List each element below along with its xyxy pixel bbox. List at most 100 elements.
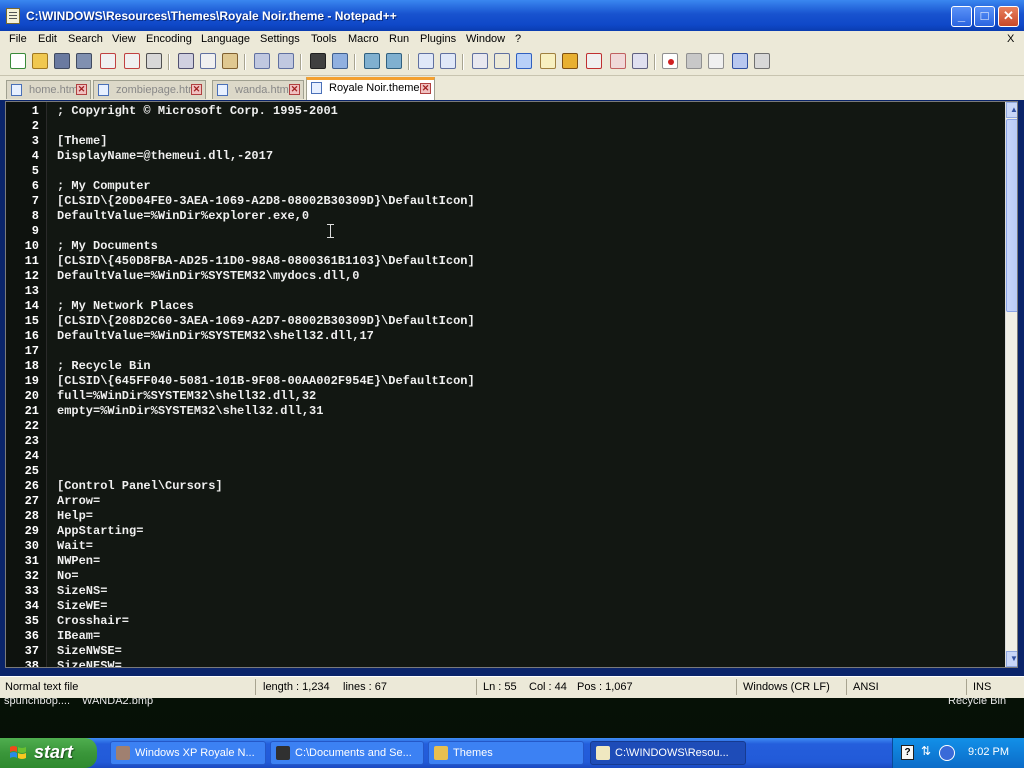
menu-view[interactable]: View (112, 33, 136, 45)
line-text[interactable]: [Theme] (57, 134, 107, 149)
line-text[interactable]: NWPen= (57, 554, 100, 569)
editor-line[interactable]: 35 Crosshair= (6, 614, 1006, 629)
vertical-scrollbar[interactable]: ▲ ▼ (1005, 102, 1017, 667)
tab-close-icon[interactable]: ✕ (289, 84, 300, 95)
help-icon[interactable]: ? (901, 745, 914, 760)
menu-search[interactable]: Search (68, 33, 103, 45)
menu-window[interactable]: Window (466, 33, 505, 45)
line-text[interactable]: Help= (57, 509, 93, 524)
indent-guide-icon[interactable] (516, 53, 532, 69)
editor-line[interactable]: 10 ; My Documents (6, 239, 1006, 254)
editor-line[interactable]: 20 full=%WinDir%SYSTEM32\shell32.dll,32 (6, 389, 1006, 404)
editor-line[interactable]: 23 (6, 434, 1006, 449)
macro-run-multiple-icon[interactable] (732, 53, 748, 69)
copy-icon[interactable] (200, 53, 216, 69)
menu-encoding[interactable]: Encoding (146, 33, 192, 45)
line-text[interactable]: Crosshair= (57, 614, 129, 629)
line-text[interactable]: DefaultValue=%WinDir%explorer.exe,0 (57, 209, 309, 224)
maximize-button[interactable]: □ (974, 6, 995, 27)
tab-close-icon[interactable]: ✕ (420, 83, 431, 94)
editor-line[interactable]: 13 (6, 284, 1006, 299)
macro-save-icon[interactable] (754, 53, 770, 69)
editor-line[interactable]: 11 [CLSID\{450D8FBA-AD25-11D0-98A8-080036… (6, 254, 1006, 269)
editor-line[interactable]: 34 SizeWE= (6, 599, 1006, 614)
editor-line[interactable]: 18 ; Recycle Bin (6, 359, 1006, 374)
close-file-icon[interactable] (100, 53, 116, 69)
taskbar-item-windows-xp-royale[interactable]: Windows XP Royale N... (110, 741, 266, 765)
editor-line[interactable]: 5 (6, 164, 1006, 179)
tab-royale-noir-theme[interactable]: Royale Noir.theme ✕ (306, 77, 435, 100)
line-text[interactable]: [CLSID\{450D8FBA-AD25-11D0-98A8-0800361B… (57, 254, 475, 269)
editor-line[interactable]: 15 [CLSID\{208D2C60-3AEA-1069-A2D7-08002B… (6, 314, 1006, 329)
editor-line[interactable]: 14 ; My Network Places (6, 299, 1006, 314)
tab-close-icon[interactable]: ✕ (191, 84, 202, 95)
line-text[interactable]: SizeNS= (57, 584, 107, 599)
new-file-icon[interactable] (10, 53, 26, 69)
line-text[interactable]: full=%WinDir%SYSTEM32\shell32.dll,32 (57, 389, 316, 404)
line-text[interactable]: ; My Documents (57, 239, 158, 254)
editor-line[interactable]: 3 [Theme] (6, 134, 1006, 149)
line-text[interactable]: DefaultValue=%WinDir%SYSTEM32\shell32.dl… (57, 329, 374, 344)
tab-close-icon[interactable]: ✕ (76, 84, 87, 95)
editor-line[interactable]: 27 Arrow= (6, 494, 1006, 509)
save-all-icon[interactable] (76, 53, 92, 69)
line-text[interactable]: SizeNESW= (57, 659, 122, 667)
editor-line[interactable]: 1 ; Copyright © Microsoft Corp. 1995-2001 (6, 104, 1006, 119)
editor-line[interactable]: 2 (6, 119, 1006, 134)
menu-language[interactable]: Language (201, 33, 250, 45)
line-text[interactable]: DisplayName=@themeui.dll,-2017 (57, 149, 273, 164)
line-text[interactable]: [CLSID\{208D2C60-3AEA-1069-A2D7-08002B30… (57, 314, 475, 329)
line-text[interactable]: [CLSID\{645FF040-5081-101B-9F08-00AA002F… (57, 374, 475, 389)
line-text[interactable]: SizeWE= (57, 599, 107, 614)
sync-vertical-icon[interactable] (418, 53, 434, 69)
user-language-icon[interactable] (540, 53, 556, 69)
line-text[interactable]: SizeNWSE= (57, 644, 122, 659)
editor-line[interactable]: 17 (6, 344, 1006, 359)
editor-line[interactable]: 28 Help= (6, 509, 1006, 524)
text-editor[interactable]: 1 ; Copyright © Microsoft Corp. 1995-2001… (5, 101, 1018, 668)
menu-run[interactable]: Run (389, 33, 409, 45)
line-text[interactable]: [Control Panel\Cursors] (57, 479, 223, 494)
scroll-up-button[interactable]: ▲ (1006, 102, 1017, 118)
line-text[interactable]: AppStarting= (57, 524, 143, 539)
line-text[interactable]: [CLSID\{20D04FE0-3AEA-1069-A2D8-08002B30… (57, 194, 475, 209)
zoom-out-icon[interactable] (386, 53, 402, 69)
monitoring-icon[interactable] (632, 53, 648, 69)
line-text[interactable]: ; Copyright © Microsoft Corp. 1995-2001 (57, 104, 338, 119)
folder-as-workspace-icon[interactable] (610, 53, 626, 69)
macro-play-icon[interactable] (708, 53, 724, 69)
editor-line[interactable]: 4 DisplayName=@themeui.dll,-2017 (6, 149, 1006, 164)
print-icon[interactable] (146, 53, 162, 69)
close-button[interactable]: ✕ (998, 6, 1019, 27)
open-file-icon[interactable] (32, 53, 48, 69)
editor-line[interactable]: 7 [CLSID\{20D04FE0-3AEA-1069-A2D8-08002B3… (6, 194, 1006, 209)
editor-line[interactable]: 30 Wait= (6, 539, 1006, 554)
replace-icon[interactable] (332, 53, 348, 69)
close-document-button[interactable]: X (1007, 33, 1014, 45)
menu-macro[interactable]: Macro (348, 33, 379, 45)
find-icon[interactable] (310, 53, 326, 69)
network-icon[interactable]: ⇅ (921, 744, 933, 760)
security-icon[interactable] (939, 745, 955, 761)
editor-line[interactable]: 25 (6, 464, 1006, 479)
function-list-icon[interactable] (586, 53, 602, 69)
editor-line[interactable]: 8 DefaultValue=%WinDir%explorer.exe,0 (6, 209, 1006, 224)
sync-horizontal-icon[interactable] (440, 53, 456, 69)
show-all-characters-icon[interactable] (494, 53, 510, 69)
tab-wanda-html[interactable]: wanda.html ✕ (212, 80, 304, 99)
line-text[interactable]: No= (57, 569, 79, 584)
close-all-icon[interactable] (124, 53, 140, 69)
cut-icon[interactable] (178, 53, 194, 69)
menu-edit[interactable]: Edit (38, 33, 57, 45)
taskbar-item-documents-and-settings[interactable]: C:\Documents and Se... (270, 741, 424, 765)
menu-tools[interactable]: Tools (311, 33, 337, 45)
line-text[interactable]: Wait= (57, 539, 93, 554)
editor-line[interactable]: 37 SizeNWSE= (6, 644, 1006, 659)
line-text[interactable]: DefaultValue=%WinDir%SYSTEM32\mydocs.dll… (57, 269, 359, 284)
line-text[interactable]: IBeam= (57, 629, 100, 644)
editor-line[interactable]: 38 SizeNESW= (6, 659, 1006, 667)
editor-line[interactable]: 19 [CLSID\{645FF040-5081-101B-9F08-00AA00… (6, 374, 1006, 389)
word-wrap-icon[interactable] (472, 53, 488, 69)
paste-icon[interactable] (222, 53, 238, 69)
editor-line[interactable]: 24 (6, 449, 1006, 464)
